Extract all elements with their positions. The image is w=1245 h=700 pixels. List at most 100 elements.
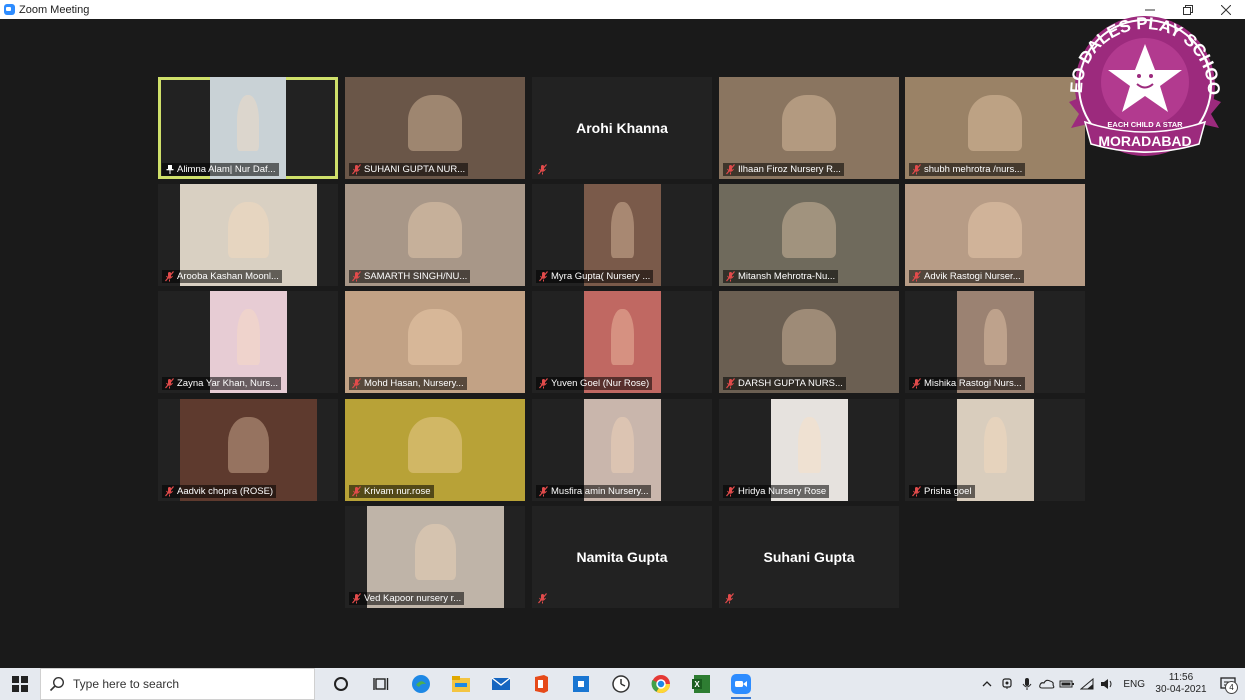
muted-mic-icon bbox=[352, 486, 361, 497]
taskbar-file-explorer[interactable] bbox=[441, 668, 481, 700]
muted-mic-icon bbox=[539, 271, 548, 282]
taskbar-edge[interactable] bbox=[401, 668, 441, 700]
action-center-button[interactable]: 4 bbox=[1211, 668, 1245, 700]
participant-silhouette bbox=[782, 202, 836, 259]
tray-microphone-button[interactable] bbox=[1017, 668, 1037, 700]
participant-name-label: Ved Kapoor nursery r... bbox=[349, 592, 465, 605]
participant-name-label: Mohd Hasan, Nursery... bbox=[349, 377, 467, 390]
participant-silhouette bbox=[227, 202, 270, 259]
battery-icon bbox=[1059, 680, 1075, 688]
logo-tagline: EACH CHILD A STAR bbox=[1107, 120, 1183, 129]
logo-city: MORADABAD bbox=[1098, 133, 1191, 149]
participant-tile[interactable]: Ved Kapoor nursery r... bbox=[345, 506, 525, 608]
svg-text:X: X bbox=[694, 680, 700, 689]
muted-mic-icon bbox=[539, 378, 548, 389]
participant-tile[interactable]: Aadvik chopra (ROSE) bbox=[158, 399, 338, 501]
taskbar-mail[interactable] bbox=[481, 668, 521, 700]
taskbar-clock-app[interactable] bbox=[601, 668, 641, 700]
excel-icon: X bbox=[692, 675, 710, 693]
participant-name: Hridya Nursery Rose bbox=[738, 486, 827, 497]
participant-tile[interactable]: SUHANI GUPTA NUR... bbox=[345, 77, 525, 179]
participant-tile[interactable]: Namita Gupta bbox=[532, 506, 712, 608]
show-hidden-icons-button[interactable] bbox=[977, 668, 997, 700]
taskbar-clock[interactable]: 11:56 30-04-2021 bbox=[1151, 672, 1211, 696]
participant-tile[interactable]: Ilhaan Firoz Nursery R... bbox=[719, 77, 899, 179]
tray-onedrive-button[interactable] bbox=[1037, 668, 1057, 700]
participant-name: Advik Rastogi Nurser... bbox=[924, 271, 1021, 282]
taskbar-search-box[interactable]: Type here to search bbox=[40, 668, 315, 700]
participant-silhouette bbox=[782, 309, 836, 366]
participant-tile[interactable]: Arooba Kashan Moonl... bbox=[158, 184, 338, 286]
participant-tile[interactable]: Mitansh Mehrotra-Nu... bbox=[719, 184, 899, 286]
participant-tile[interactable]: SAMARTH SINGH/NU... bbox=[345, 184, 525, 286]
start-button[interactable] bbox=[0, 668, 40, 700]
participant-tile[interactable]: Myra Gupta( Nursery ... bbox=[532, 184, 712, 286]
participant-name: Mishika Rastogi Nurs... bbox=[924, 378, 1022, 389]
participant-name: Ved Kapoor nursery r... bbox=[364, 593, 462, 604]
participant-tile[interactable]: Prisha goel bbox=[905, 399, 1085, 501]
participant-tile[interactable]: DARSH GUPTA NURS... bbox=[719, 291, 899, 393]
participant-name: Krivam nur.rose bbox=[364, 486, 431, 497]
participant-name: SUHANI GUPTA NUR... bbox=[364, 164, 466, 175]
participant-name-label: DARSH GUPTA NURS... bbox=[723, 377, 846, 390]
tray-volume-button[interactable] bbox=[1097, 668, 1117, 700]
mail-icon bbox=[491, 677, 511, 690]
participant-name: DARSH GUPTA NURS... bbox=[738, 378, 843, 389]
cortana-icon bbox=[334, 677, 348, 691]
participant-name-label: SUHANI GUPTA NUR... bbox=[349, 163, 469, 176]
participant-silhouette bbox=[968, 95, 1022, 152]
participant-name-label: Arooba Kashan Moonl... bbox=[162, 270, 282, 283]
participant-silhouette bbox=[797, 417, 822, 474]
tray-wifi-button[interactable] bbox=[1077, 668, 1097, 700]
cortana-button[interactable] bbox=[321, 668, 361, 700]
school-logo: NEO DALES PLAY SCHOOL EACH CHILD A STAR … bbox=[1049, 10, 1223, 156]
participant-name-label: Zayna Yar Khan, Nurs... bbox=[162, 377, 282, 390]
window-title: Zoom Meeting bbox=[19, 3, 90, 16]
participant-silhouette bbox=[408, 95, 462, 152]
participant-silhouette bbox=[983, 417, 1008, 474]
participant-silhouette bbox=[408, 202, 462, 259]
participant-tile[interactable]: Musfira amin Nursery... bbox=[532, 399, 712, 501]
muted-mic-icon bbox=[165, 271, 174, 282]
participant-silhouette bbox=[968, 202, 1022, 259]
participant-tile[interactable]: Advik Rastogi Nurser... bbox=[905, 184, 1085, 286]
participant-tile[interactable]: Zayna Yar Khan, Nurs... bbox=[158, 291, 338, 393]
participant-tile[interactable]: Suhani Gupta bbox=[719, 506, 899, 608]
zoom-app-icon bbox=[4, 4, 15, 15]
participant-tile[interactable]: Krivam nur.rose bbox=[345, 399, 525, 501]
taskbar-chrome[interactable] bbox=[641, 668, 681, 700]
participant-tile[interactable]: Mohd Hasan, Nursery... bbox=[345, 291, 525, 393]
participant-name: Ilhaan Firoz Nursery R... bbox=[738, 164, 841, 175]
muted-mic-icon bbox=[912, 486, 921, 497]
taskbar-zoom[interactable] bbox=[721, 668, 761, 700]
participant-tile[interactable]: Hridya Nursery Rose bbox=[719, 399, 899, 501]
participant-display-name: Namita Gupta bbox=[576, 549, 668, 565]
participant-tile[interactable]: Yuven Goel (Nur Rose) bbox=[532, 291, 712, 393]
participant-name: Mohd Hasan, Nursery... bbox=[364, 378, 464, 389]
taskbar-office[interactable] bbox=[521, 668, 561, 700]
muted-mic-icon bbox=[538, 593, 547, 604]
muted-mic-icon bbox=[912, 378, 921, 389]
tray-battery-button[interactable] bbox=[1057, 668, 1077, 700]
chrome-icon bbox=[651, 675, 670, 694]
taskbar-excel[interactable]: X bbox=[681, 668, 721, 700]
participant-name: SAMARTH SINGH/NU... bbox=[364, 271, 468, 282]
participant-silhouette bbox=[782, 95, 836, 152]
participant-tile[interactable]: Alimna Alam| Nur Daf... bbox=[158, 77, 338, 179]
participant-silhouette bbox=[414, 524, 457, 581]
participant-silhouette bbox=[236, 95, 260, 152]
participant-name-label: SAMARTH SINGH/NU... bbox=[349, 270, 471, 283]
participant-name: Zayna Yar Khan, Nurs... bbox=[177, 378, 279, 389]
participant-silhouette bbox=[408, 309, 462, 366]
task-view-button[interactable] bbox=[361, 668, 401, 700]
taskbar-store[interactable] bbox=[561, 668, 601, 700]
input-language[interactable]: ENG bbox=[1123, 679, 1145, 690]
tray-camera-button[interactable] bbox=[997, 668, 1017, 700]
folder-icon bbox=[452, 676, 470, 692]
participant-tile[interactable]: Arohi Khanna bbox=[532, 77, 712, 179]
participant-name-label: Aadvik chopra (ROSE) bbox=[162, 485, 277, 498]
participant-name: shubh mehrotra /nurs... bbox=[924, 164, 1023, 175]
participant-display-name: Arohi Khanna bbox=[576, 120, 668, 136]
participant-tile[interactable]: Mishika Rastogi Nurs... bbox=[905, 291, 1085, 393]
participant-name-label: Mishika Rastogi Nurs... bbox=[909, 377, 1025, 390]
